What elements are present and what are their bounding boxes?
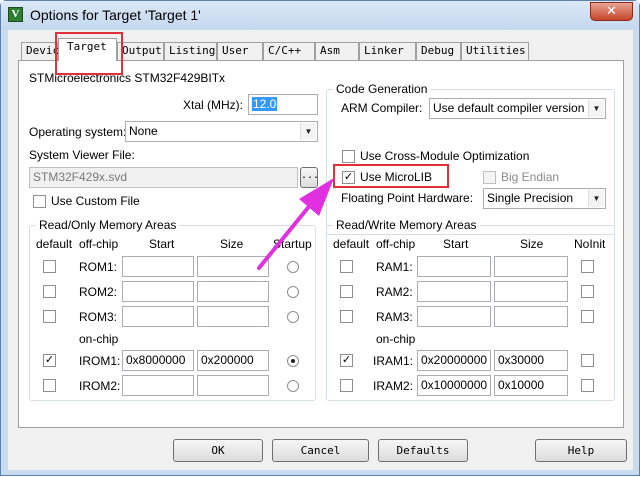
annotation-arrow-icon (257, 178, 334, 270)
options-dialog: V Options for Target 'Target 1' ✕ Devic … (0, 0, 640, 476)
tab-target[interactable]: Target (58, 38, 117, 61)
